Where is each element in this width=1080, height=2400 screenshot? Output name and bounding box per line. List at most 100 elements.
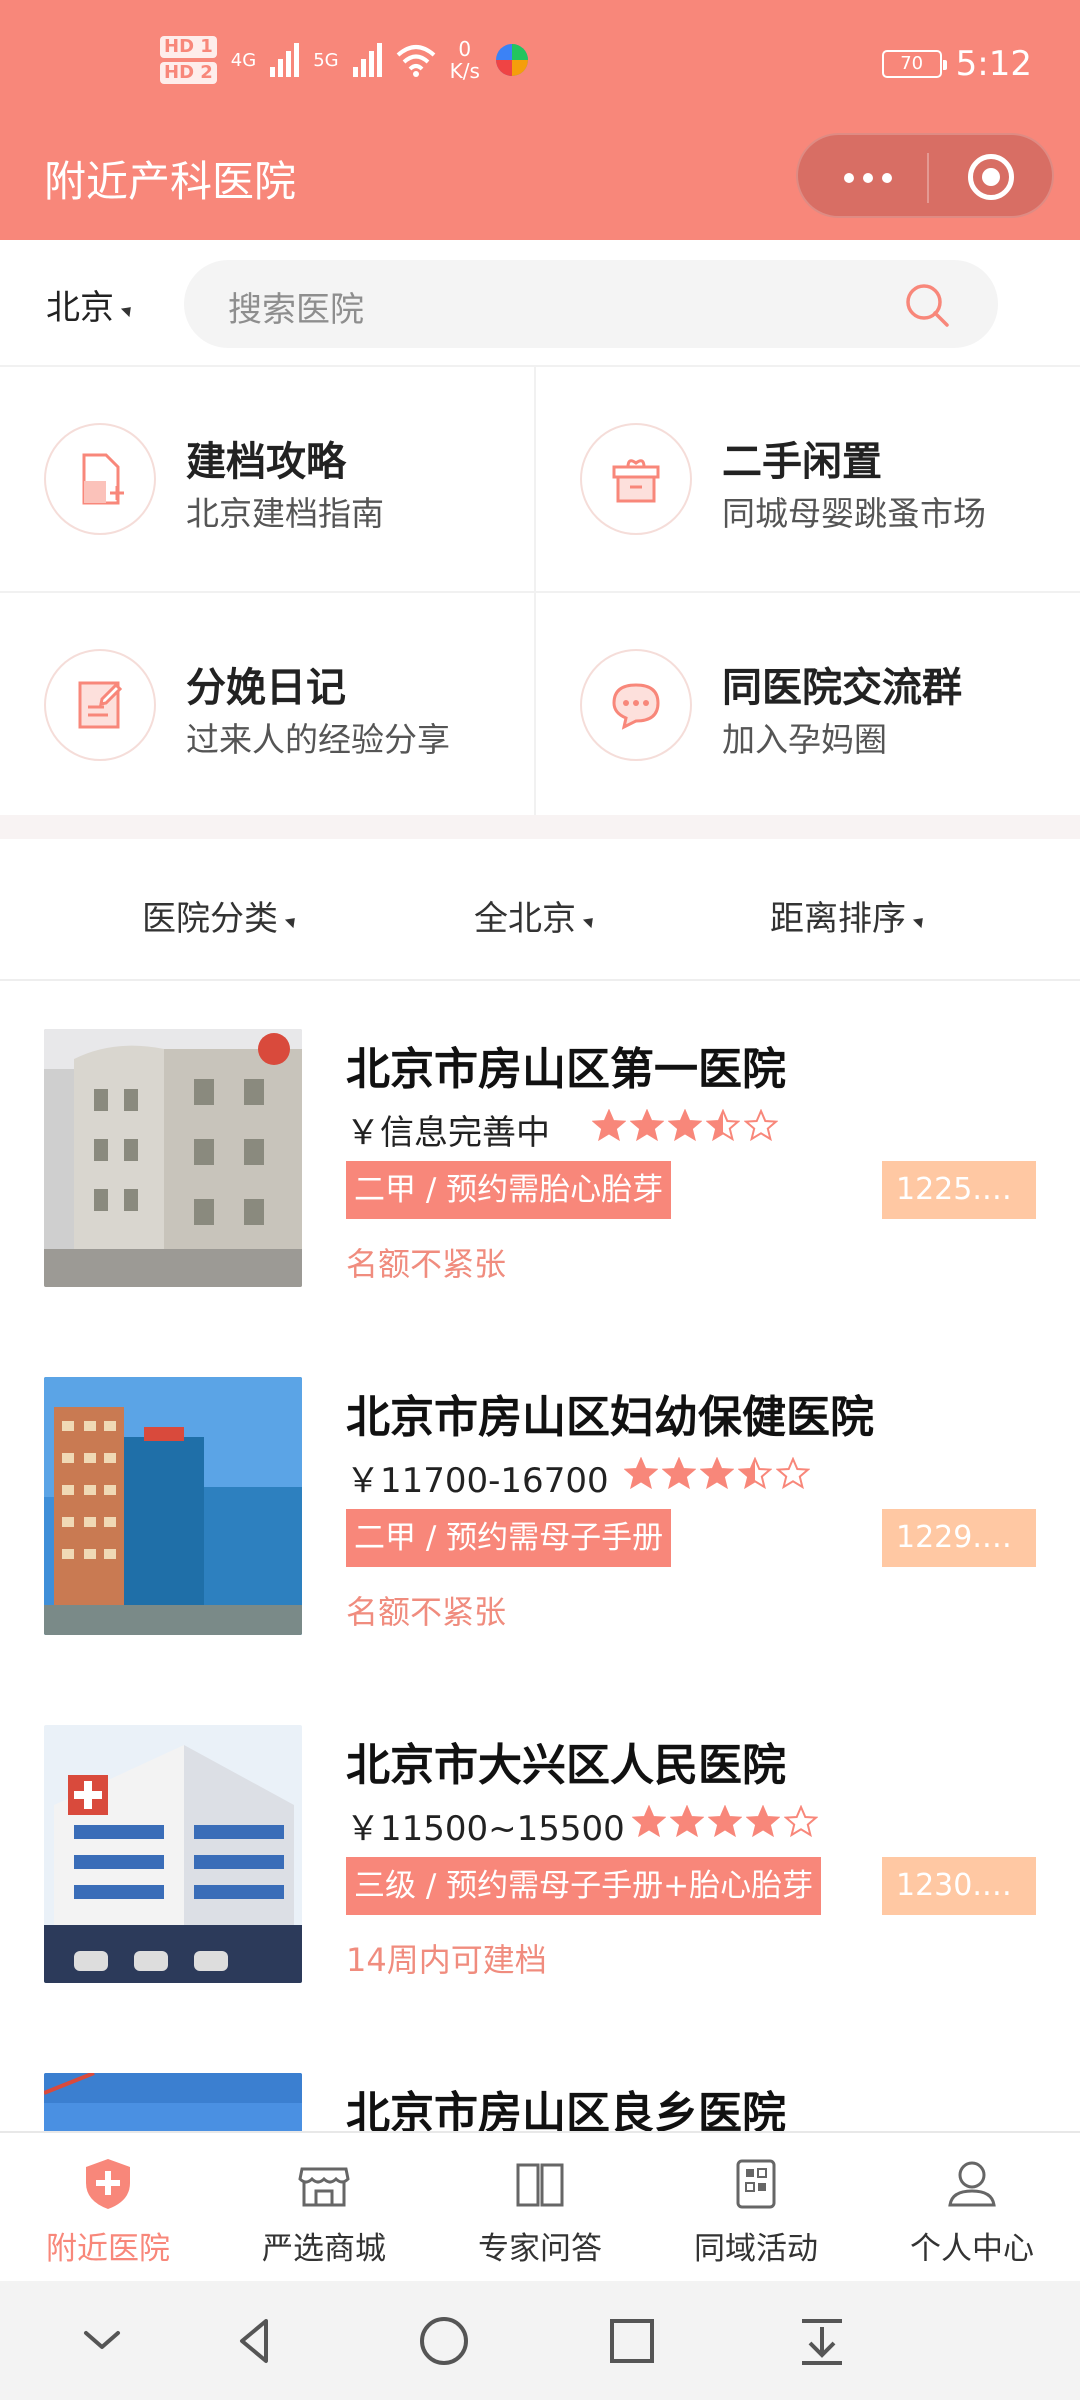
rating-stars xyxy=(624,1457,810,1491)
system-navigation-bar xyxy=(0,2281,1080,2400)
section-spacer xyxy=(0,815,1080,839)
feature-second-hand[interactable]: 二手闲置 同城母婴跳蚤市场 xyxy=(536,367,1070,589)
tab-profile[interactable]: 个人中心 xyxy=(864,2133,1080,2283)
hospital-tag: 二甲 / 预约需胎心胎芽 xyxy=(346,1161,672,1219)
hospital-price: ￥11700-16700 xyxy=(346,1461,609,1501)
hospital-badge: 1229.… xyxy=(882,1509,1036,1567)
open-book-icon xyxy=(516,2163,564,2207)
feature-title: 建档攻略 xyxy=(186,439,346,485)
sim-indicator: HD 1 HD 2 xyxy=(160,36,217,84)
tab-local-events[interactable]: 同域活动 xyxy=(648,2133,864,2283)
chevron-down-icon[interactable] xyxy=(70,2309,134,2373)
net-speed: 0 K/s xyxy=(449,37,480,83)
star-empty-icon xyxy=(744,1109,778,1142)
dropdown-arrow-icon xyxy=(582,913,598,928)
bottom-tab-bar: 附近医院 严选商城 专家问答 同域活动 个人中心 xyxy=(0,2131,1080,2281)
search-icon[interactable] xyxy=(904,282,950,328)
star-full-icon xyxy=(662,1457,696,1490)
more-options-button[interactable] xyxy=(828,135,908,220)
hd1-label: HD 1 xyxy=(160,36,217,58)
star-full-icon xyxy=(630,1109,664,1142)
network-type-label: 4G xyxy=(230,49,257,71)
hospital-note: 14周内可建档 xyxy=(346,1941,547,1979)
hospital-badge: 1225.… xyxy=(882,1161,1036,1219)
dropdown-arrow-icon xyxy=(912,913,928,928)
signal-icon-2 xyxy=(352,43,382,77)
hospital-note: 名额不紧张 xyxy=(346,1245,507,1283)
hospital-card[interactable]: 北京市房山区良乡医院 xyxy=(0,2025,1080,2131)
network-type-label-2: 5G xyxy=(313,49,339,71)
hospital-name: 北京市大兴区人民医院 xyxy=(346,1740,786,1791)
tab-expert-qa[interactable]: 专家问答 xyxy=(432,2133,648,2283)
page-title: 附近产科医院 xyxy=(44,157,297,206)
star-empty-icon xyxy=(776,1457,810,1490)
search-input[interactable]: 搜索医院 xyxy=(184,260,998,348)
user-icon xyxy=(948,2161,996,2207)
feature-grid: 建档攻略 北京建档指南 二手闲置 同城母婴跳蚤市场 分娩日记 过来人的经验分享 … xyxy=(0,365,1080,817)
store-icon xyxy=(298,2167,350,2207)
app-header: HD 1 HD 2 4G 5G 0 K/s 70 5:12 附近产科医院 xyxy=(0,0,1080,240)
star-full-icon xyxy=(592,1109,626,1142)
hospital-card[interactable]: 北京市大兴区人民医院 ￥11500~15500 三级 / 预约需母子手册+胎心胎… xyxy=(0,1677,1080,2025)
feature-subtitle: 同城母婴跳蚤市场 xyxy=(722,494,986,533)
hospital-price: ￥11500~15500 xyxy=(346,1809,625,1849)
close-miniprogram-button[interactable] xyxy=(968,154,1014,200)
feature-subtitle: 过来人的经验分享 xyxy=(186,720,450,759)
hospital-card[interactable]: 北京市房山区第一医院 ￥信息完善中 二甲 / 预约需胎心胎芽 1225.… 名额… xyxy=(0,981,1080,1329)
feature-hospital-group[interactable]: 同医院交流群 加入孕妈圈 xyxy=(536,593,1070,815)
filter-sort-distance[interactable]: 距离排序 xyxy=(770,891,928,940)
feature-title: 二手闲置 xyxy=(722,439,882,485)
hospital-price: ￥信息完善中 xyxy=(346,1113,550,1153)
hospital-name: 北京市房山区良乡医院 xyxy=(346,2088,786,2131)
star-full-icon xyxy=(746,1805,780,1838)
filter-region[interactable]: 全北京 xyxy=(474,891,598,940)
miniprogram-capsule xyxy=(796,133,1054,218)
wifi-icon xyxy=(396,45,435,77)
hospital-badge: 1230.… xyxy=(882,1857,1036,1915)
star-empty-icon xyxy=(784,1805,818,1838)
star-full-icon xyxy=(632,1805,666,1838)
app-notification-icon xyxy=(495,44,528,76)
star-full-icon xyxy=(668,1109,702,1142)
signal-icon xyxy=(270,43,300,77)
hospital-photo xyxy=(44,1377,302,1635)
tab-mall[interactable]: 严选商城 xyxy=(216,2133,432,2283)
hospital-tag: 三级 / 预约需母子手册+胎心胎芽 xyxy=(346,1857,822,1915)
star-full-icon xyxy=(624,1457,658,1490)
notebook-edit-icon xyxy=(78,681,123,729)
feature-filing-guide[interactable]: 建档攻略 北京建档指南 xyxy=(0,367,534,589)
gift-box-icon xyxy=(612,459,660,503)
star-half-icon xyxy=(706,1109,740,1142)
hospital-list: 北京市房山区第一医院 ￥信息完善中 二甲 / 预约需胎心胎芽 1225.… 名额… xyxy=(0,981,1080,2131)
battery-icon: 70 xyxy=(881,50,947,78)
feature-title: 分娩日记 xyxy=(186,665,346,711)
search-placeholder: 搜索医院 xyxy=(228,290,364,330)
recents-icon[interactable] xyxy=(600,2309,664,2373)
notification-pull-icon[interactable] xyxy=(790,2309,854,2373)
status-bar: HD 1 HD 2 4G 5G 0 K/s 70 5:12 xyxy=(0,0,1080,135)
tab-nearby-hospitals[interactable]: 附近医院 xyxy=(0,2133,216,2283)
star-full-icon xyxy=(708,1805,742,1838)
filter-hospital-category[interactable]: 医院分类 xyxy=(142,891,300,940)
star-full-icon xyxy=(670,1805,704,1838)
city-selector[interactable]: 北京 xyxy=(46,280,136,329)
hospital-shield-icon xyxy=(86,2159,130,2209)
feature-subtitle: 北京建档指南 xyxy=(186,494,384,533)
rating-stars xyxy=(592,1109,778,1143)
hospital-note: 名额不紧张 xyxy=(346,1593,507,1631)
hospital-card[interactable]: 北京市房山区妇幼保健医院 ￥11700-16700 二甲 / 预约需母子手册 1… xyxy=(0,1329,1080,1677)
hd2-label: HD 2 xyxy=(160,62,217,84)
grid-divider xyxy=(0,591,1080,593)
hospital-photo xyxy=(44,1029,302,1287)
hospital-photo xyxy=(44,1725,302,1983)
feature-birth-diary[interactable]: 分娩日记 过来人的经验分享 xyxy=(0,593,534,815)
hospital-name: 北京市房山区妇幼保健医院 xyxy=(346,1392,874,1443)
back-icon[interactable] xyxy=(224,2309,288,2373)
home-icon[interactable] xyxy=(412,2309,476,2373)
clock: 5:12 xyxy=(955,44,1032,84)
file-add-icon xyxy=(82,453,124,505)
feature-title: 同医院交流群 xyxy=(722,665,962,711)
rating-stars xyxy=(632,1805,818,1839)
hospital-name: 北京市房山区第一医院 xyxy=(346,1044,786,1095)
building-icon xyxy=(736,2159,776,2209)
